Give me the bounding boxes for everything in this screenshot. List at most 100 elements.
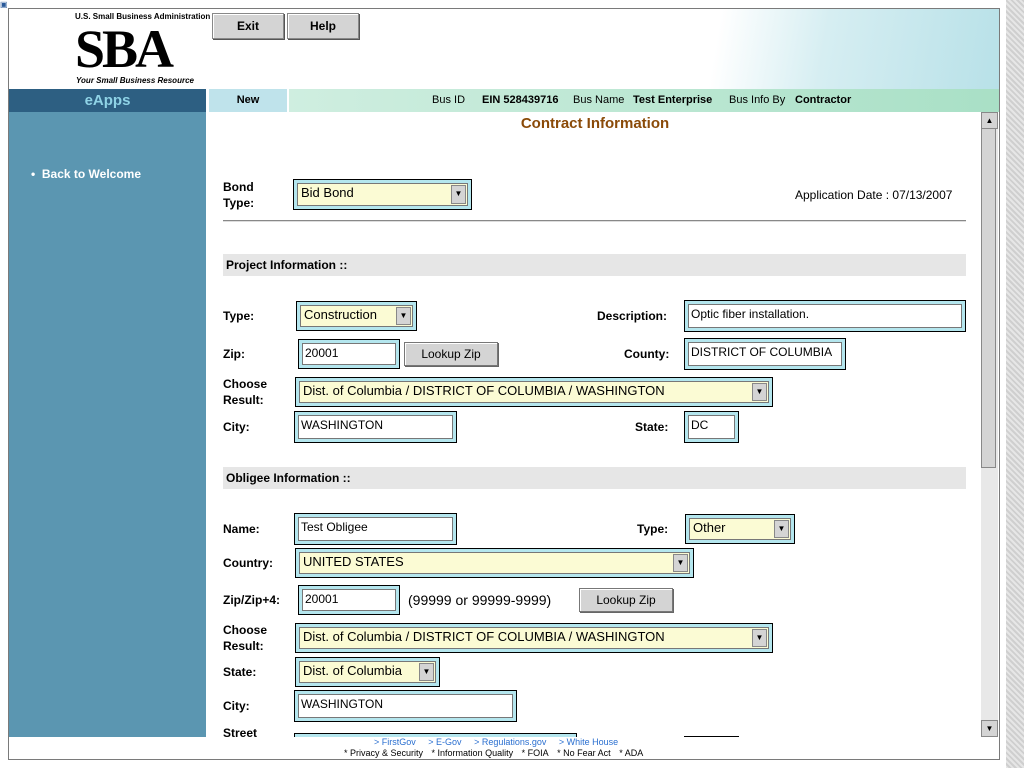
footer-info-quality[interactable]: * Information Quality	[432, 748, 514, 758]
footer-no-fear[interactable]: * No Fear Act	[557, 748, 611, 758]
ein-value: EIN 528439716	[482, 94, 559, 106]
chevron-down-icon[interactable]: ▼	[774, 520, 789, 538]
new-tab[interactable]: New	[209, 89, 287, 112]
main-content: Contract Information Bond Type: Bid Bond…	[209, 112, 981, 737]
description-input[interactable]: Optic fiber installation.	[688, 304, 962, 328]
obligee-name-input[interactable]: Test Obligee	[298, 517, 453, 541]
project-section-title: Project Information ::	[223, 254, 966, 276]
bullet-icon: •	[31, 167, 36, 181]
scroll-down-icon[interactable]: ▼	[981, 720, 998, 737]
application-date: Application Date : 07/13/2007	[795, 188, 953, 202]
logo-sba-text: SBA	[75, 19, 174, 79]
obligee-city-input[interactable]: WASHINGTON	[298, 694, 513, 718]
eapps-label: eApps	[9, 89, 206, 112]
street-label: Street	[223, 726, 258, 737]
obligee-section-title: Obligee Information ::	[223, 467, 966, 489]
header-swoosh	[609, 9, 999, 89]
obligee-type-label: Type:	[637, 522, 669, 536]
country-label: Country:	[223, 556, 273, 570]
help-button[interactable]: Help	[287, 13, 359, 39]
scroll-thumb[interactable]	[981, 128, 996, 468]
bus-info-by-value: Contractor	[795, 94, 852, 106]
footer-link-regulations[interactable]: > Regulations.gov	[474, 737, 546, 747]
sba-logo: U.S. Small Business Administration SBA Y…	[75, 12, 210, 86]
obligee-name-field-wrap: Test Obligee	[294, 513, 457, 545]
project-city-label: City:	[223, 420, 250, 434]
obligee-choose-result-label: Choose Result:	[223, 623, 268, 653]
chevron-down-icon[interactable]: ▼	[419, 663, 434, 681]
obligee-choose-result-value: Dist. of Columbia / DISTRICT OF COLUMBIA…	[303, 629, 665, 644]
obligee-type-select[interactable]: Other ▼	[689, 518, 791, 540]
scroll-up-icon[interactable]: ▲	[981, 112, 998, 129]
project-lookup-zip-button[interactable]: Lookup Zip	[404, 342, 498, 366]
business-info-bar: Bus ID EIN 528439716 Bus Name Test Enter…	[289, 89, 999, 112]
obligee-zip-label: Zip/Zip+4:	[223, 593, 280, 607]
project-city-field-wrap: WASHINGTON	[294, 411, 457, 443]
project-state-label: State:	[635, 420, 669, 434]
county-field-wrap: DISTRICT OF COLUMBIA	[684, 338, 846, 370]
chevron-down-icon[interactable]: ▼	[396, 307, 411, 325]
obligee-state-select[interactable]: Dist. of Columbia ▼	[299, 661, 436, 683]
chevron-down-icon[interactable]: ▼	[451, 185, 466, 204]
project-type-select-wrap: Construction ▼	[296, 301, 417, 331]
footer-links: > FirstGov > E-Gov > Regulations.gov > W…	[374, 737, 628, 747]
project-city-input[interactable]: WASHINGTON	[298, 415, 453, 439]
footer-privacy[interactable]: * Privacy & Security	[344, 748, 423, 758]
obligee-type-select-wrap: Other ▼	[685, 514, 795, 544]
bond-type-select[interactable]: Bid Bond ▼	[297, 183, 468, 206]
footer-link-whitehouse[interactable]: > White House	[559, 737, 618, 747]
logo-tagline: Your Small Business Resource	[76, 76, 194, 85]
chevron-down-icon[interactable]: ▼	[752, 629, 767, 647]
zip-format-hint: (99999 or 99999-9999)	[408, 592, 552, 608]
footer-ada[interactable]: * ADA	[619, 748, 643, 758]
obligee-city-field-wrap: WASHINGTON	[294, 690, 517, 722]
description-label: Description:	[597, 309, 668, 323]
obligee-city-label: City:	[223, 699, 250, 713]
obligee-zip-field-wrap: 20001	[298, 585, 400, 615]
divider	[223, 220, 966, 222]
obligee-choose-result-select[interactable]: Dist. of Columbia / DISTRICT OF COLUMBIA…	[299, 627, 769, 649]
obligee-state-value: Dist. of Columbia	[303, 663, 402, 678]
project-zip-input[interactable]: 20001	[302, 343, 396, 365]
obligee-state-label: State:	[223, 665, 257, 679]
project-type-label: Type:	[223, 309, 255, 323]
project-zip-field-wrap: 20001	[298, 339, 400, 369]
bus-name-label: Bus Name	[573, 94, 625, 106]
project-choose-result-select[interactable]: Dist. of Columbia / DISTRICT OF COLUMBIA…	[299, 381, 769, 403]
obligee-state-select-wrap: Dist. of Columbia ▼	[295, 657, 440, 687]
footer-policy-links: * Privacy & Security * Information Quali…	[344, 748, 649, 758]
project-state-field-wrap: DC	[684, 411, 739, 443]
project-type-select[interactable]: Construction ▼	[300, 305, 413, 327]
country-value: UNITED STATES	[303, 554, 404, 569]
footer-link-egov[interactable]: > E-Gov	[428, 737, 461, 747]
bus-info-by-label: Bus Info By	[729, 94, 786, 106]
project-state-input[interactable]: DC	[688, 415, 735, 439]
project-choose-result-label: Choose Result:	[223, 377, 268, 407]
obligee-choose-result-wrap: Dist. of Columbia / DISTRICT OF COLUMBIA…	[295, 623, 773, 653]
county-input[interactable]: DISTRICT OF COLUMBIA	[688, 342, 842, 366]
county-label: County:	[624, 347, 670, 361]
bus-id-label: Bus ID	[432, 94, 466, 106]
project-type-value: Construction	[304, 307, 377, 322]
bond-type-select-wrap: Bid Bond ▼	[293, 179, 472, 210]
sidebar: • Back to Welcome	[9, 112, 206, 737]
footer-link-firstgov[interactable]: > FirstGov	[374, 737, 416, 747]
country-select[interactable]: UNITED STATES ▼	[299, 552, 690, 574]
header: U.S. Small Business Administration SBA Y…	[9, 9, 999, 89]
content-scrollbar[interactable]: ▲ ▼	[981, 112, 998, 737]
country-select-wrap: UNITED STATES ▼	[295, 548, 694, 578]
obligee-lookup-zip-button[interactable]: Lookup Zip	[579, 588, 673, 612]
chevron-down-icon[interactable]: ▼	[673, 554, 688, 572]
obligee-name-label: Name:	[223, 522, 260, 536]
chevron-down-icon[interactable]: ▼	[752, 383, 767, 401]
exit-button[interactable]: Exit	[212, 13, 284, 39]
footer-foia[interactable]: * FOIA	[522, 748, 549, 758]
back-to-welcome-link[interactable]: • Back to Welcome	[31, 167, 141, 181]
window-scrollbar[interactable]	[1006, 0, 1024, 768]
description-field-wrap: Optic fiber installation.	[684, 300, 966, 332]
obligee-type-value: Other	[693, 520, 726, 535]
page-title: Contract Information	[520, 115, 670, 132]
project-choose-result-wrap: Dist. of Columbia / DISTRICT OF COLUMBIA…	[295, 377, 773, 407]
obligee-zip-input[interactable]: 20001	[302, 589, 396, 611]
footer: > FirstGov > E-Gov > Regulations.gov > W…	[9, 737, 999, 759]
